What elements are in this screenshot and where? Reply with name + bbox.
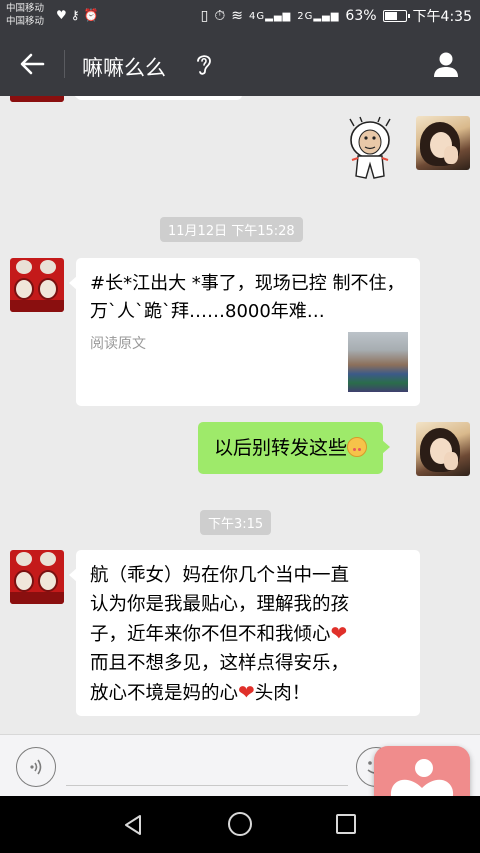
key-icon: ⚷ [70,8,84,22]
avatar-contact[interactable] [10,258,64,312]
read-original-link[interactable]: 阅读原文 [90,330,146,358]
my-message-bubble[interactable]: 以后别转发这些 [198,422,391,474]
heart-icon: ❤ [238,680,255,704]
avatar-contact-partial[interactable] [10,96,64,102]
timestamp: 下午3:15 [200,510,272,535]
heart-icon: ❤ [330,621,348,645]
alarm-icon: ⏰ [83,8,103,22]
chat-title: 嘛嘛么么 [82,56,166,80]
clock-icon: ⏱ [214,8,226,24]
contact-info-button[interactable] [426,46,466,82]
back-button[interactable] [10,44,54,84]
status-bar: 中国移动 中国移动 ♥⚷⏰ ▯ ⏱ ≋ 4G▂▄▆ 2G▂▄▆ 63% 下午4:… [0,0,480,32]
message-line: 认为你是我最贴心，理解我的孩 [90,593,350,615]
battery-percent: 63% [345,8,377,24]
signal-2g-icon: 2G▂▄▆ [297,10,340,22]
heart-rate-icon: ♥ [56,8,71,22]
system-nav-bar [0,796,480,853]
timestamp: 11月12日 下午15:28 [160,217,303,242]
message-line: 子，近年来你不但不和我倾心❤ [90,621,348,645]
status-right: ▯ ⏱ ≋ 4G▂▄▆ 2G▂▄▆ 63% 下午4:35 [201,6,472,26]
notification-icons: ♥⚷⏰ [56,8,103,22]
message-bubble-partial[interactable] [69,96,242,100]
link-card-title: #长*江出大 *事了，现场已控 制不住，万`人`跪`拜……8000年难… [90,273,405,322]
message-input[interactable] [66,785,348,786]
sticker-message[interactable] [348,116,392,182]
ear-icon[interactable] [192,50,216,78]
carrier-2: 中国移动 [6,16,45,27]
nav-home-icon[interactable] [228,812,252,836]
person-icon [434,52,458,77]
long-message-bubble[interactable]: 航（乖女）妈在你几个当中一直 认为你是我最贴心，理解我的孩 子，近年来你不但不和… [69,550,420,716]
status-time: 下午4:35 [412,9,472,25]
blushing-face-icon [347,437,368,457]
chat-area[interactable]: 11月12日 下午15:28 #长*江出大 *事了，现场已控 制不住，万`人`跪… [0,96,480,734]
wifi-icon: ≋ [231,8,244,24]
message-line: 航（乖女）妈在你几个当中一直 [90,565,350,586]
battery-fill [384,12,397,20]
link-card-message[interactable]: #长*江出大 *事了，现场已控 制不住，万`人`跪`拜……8000年难… 阅读原… [69,258,420,406]
nav-back-icon[interactable] [122,814,144,836]
carrier-labels: 中国移动 中国移动 [6,2,44,28]
avatar-contact-2[interactable] [10,550,64,604]
signal-4g-icon: 4G▂▄▆ [249,10,292,22]
arrow-left-icon [20,53,45,75]
header-divider [64,50,65,78]
my-message-text: 以后别转发这些 [214,437,348,459]
avatar-me[interactable] [416,116,470,170]
chat-header: 嘛嘛么么 [0,32,480,96]
voice-button[interactable] [16,747,56,787]
message-line: 而且不想多见，这样点得安乐， [90,652,350,674]
voice-icon [30,759,42,775]
vibrate-icon: ▯ [200,8,209,24]
carrier-1: 中国移动 [6,3,45,14]
avatar-me-2[interactable] [416,422,470,476]
link-card-thumbnail [348,332,408,392]
battery-icon [382,10,410,22]
nav-recent-apps-icon[interactable] [336,814,356,834]
message-line: 放心不境是妈的心❤头肉！ [90,680,311,704]
